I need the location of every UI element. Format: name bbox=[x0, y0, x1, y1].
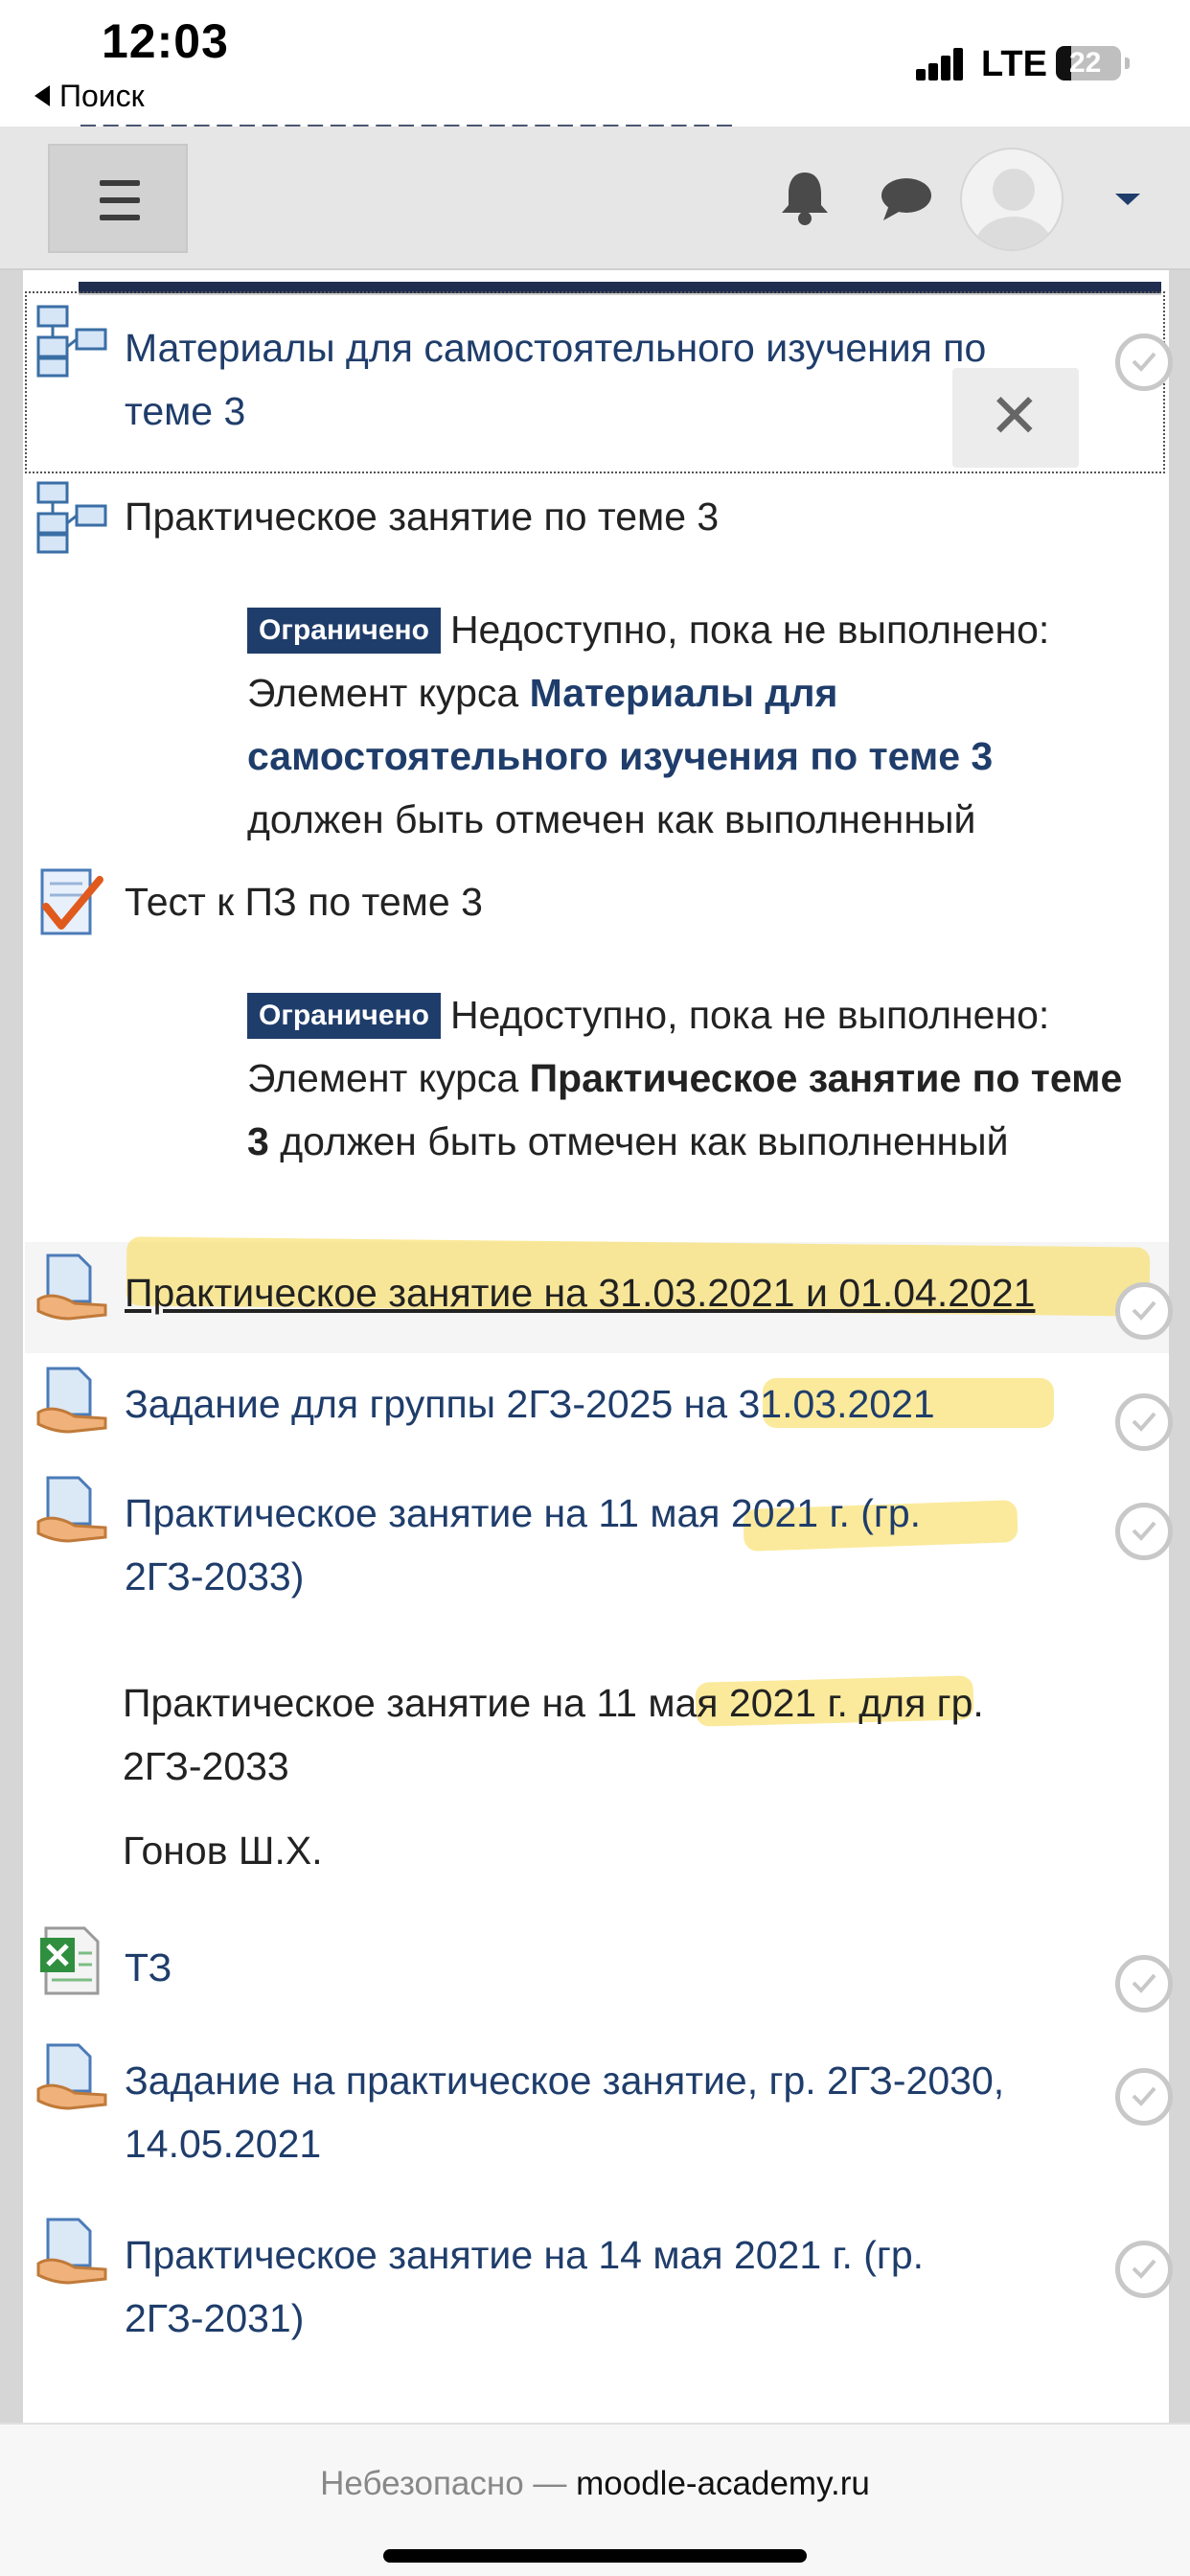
completion-checkbox[interactable] bbox=[1115, 1282, 1173, 1340]
bell-icon[interactable] bbox=[778, 169, 832, 226]
check-icon bbox=[1132, 2086, 1156, 2106]
battery-icon: 22 bbox=[1056, 46, 1130, 80]
activity-title-line1[interactable]: Практическое занятие на 11 мая 2021 г. (… bbox=[125, 1482, 921, 1545]
back-app-label: Поиск bbox=[59, 79, 145, 113]
activity-tz[interactable]: ТЗ bbox=[23, 1924, 1169, 2011]
activity-practice-14-may[interactable]: Практическое занятие на 14 мая 2021 г. (… bbox=[23, 2216, 1169, 2359]
check-icon bbox=[1132, 2259, 1156, 2279]
top-navbar bbox=[0, 126, 1190, 270]
restriction-notice: Ограничено Недоступно, пока не выполнено:… bbox=[247, 608, 1050, 841]
quiz-icon bbox=[40, 868, 103, 935]
close-icon: ✕ bbox=[989, 381, 1041, 450]
activity-title[interactable]: Задание для группы 2ГЗ-2025 на 31.03.202… bbox=[125, 1372, 935, 1436]
check-icon bbox=[1132, 1973, 1156, 1993]
activity-description: Практическое занятие на 11 мая 2021 г. д… bbox=[123, 1671, 984, 1882]
description-line1: Практическое занятие на 11 мая 2021 г. д… bbox=[123, 1681, 984, 1725]
security-warning: Небезопасно — bbox=[320, 2465, 577, 2502]
activity-title-line2[interactable]: теме 3 bbox=[125, 380, 245, 443]
back-arrow-icon bbox=[34, 84, 50, 106]
assignment-icon bbox=[36, 2218, 107, 2285]
page-structure-icon bbox=[36, 481, 107, 554]
menu-button[interactable] bbox=[48, 144, 188, 253]
activity-practice-topic3[interactable]: Практическое занятие по теме 3 bbox=[23, 477, 1169, 564]
status-time: 12:03 bbox=[102, 14, 229, 68]
activity-title-line1[interactable]: Практическое занятие на 14 мая 2021 г. (… bbox=[125, 2223, 924, 2287]
completion-checkbox[interactable] bbox=[1115, 2068, 1173, 2126]
activity-practice-11-may[interactable]: Практическое занятие на 11 мая 2021 г. (… bbox=[23, 1474, 1169, 1618]
restriction-notice: Ограничено Недоступно, пока не выполнено:… bbox=[247, 993, 1123, 1163]
activity-title-line2[interactable]: 2ГЗ-2033) bbox=[125, 1545, 304, 1608]
battery-level: 22 bbox=[1069, 47, 1102, 79]
description-author: Гонов Ш.Х. bbox=[123, 1828, 323, 1873]
completion-checkbox[interactable] bbox=[1115, 1503, 1173, 1560]
network-type: LTE bbox=[981, 44, 1047, 84]
chat-icon[interactable] bbox=[880, 174, 933, 222]
activity-title-line1[interactable]: Материалы для самостоятельного изучения … bbox=[125, 316, 986, 380]
check-icon bbox=[1132, 1521, 1156, 1541]
assignment-icon bbox=[36, 2043, 107, 2110]
url-display[interactable]: Небезопасно — moodle-academy.ru bbox=[0, 2465, 1190, 2503]
description-line2: 2ГЗ-2033 bbox=[123, 1744, 289, 1788]
completion-checkbox[interactable] bbox=[1115, 1393, 1173, 1451]
scrolled-heading-remnant bbox=[80, 125, 732, 138]
activity-title-line1[interactable]: Задание на практическое занятие, гр. 2ГЗ… bbox=[125, 2049, 1004, 2112]
close-button[interactable]: ✕ bbox=[952, 368, 1079, 468]
signal-icon bbox=[916, 46, 964, 80]
home-indicator[interactable] bbox=[383, 2549, 807, 2563]
activity-practice-31-03[interactable]: Практическое занятие на 31.03.2021 и 01.… bbox=[23, 1252, 1169, 1344]
check-icon bbox=[1132, 1300, 1156, 1321]
assignment-icon bbox=[36, 1367, 107, 1434]
excel-file-icon bbox=[40, 1926, 100, 1995]
browser-url-bar[interactable]: Небезопасно — moodle-academy.ru bbox=[0, 2423, 1190, 2576]
activity-title-line2[interactable]: 14.05.2021 bbox=[125, 2112, 321, 2175]
activity-group-2030[interactable]: Задание на практическое занятие, гр. 2ГЗ… bbox=[23, 2041, 1169, 2185]
user-menu-caret-icon[interactable] bbox=[1115, 194, 1140, 205]
assignment-icon bbox=[36, 1476, 107, 1543]
activity-title-line2[interactable]: 2ГЗ-2031) bbox=[125, 2287, 304, 2350]
left-gutter bbox=[0, 270, 23, 2426]
url-host: moodle-academy.ru bbox=[576, 2465, 870, 2502]
activity-group-2025[interactable]: Задание для группы 2ГЗ-2025 на 31.03.202… bbox=[23, 1365, 1169, 1451]
completion-checkbox[interactable] bbox=[1115, 1955, 1173, 2012]
assignment-icon bbox=[36, 1254, 107, 1321]
completion-checkbox[interactable] bbox=[1115, 2241, 1173, 2298]
user-avatar[interactable] bbox=[960, 148, 1064, 251]
check-icon bbox=[1132, 352, 1156, 372]
right-gutter bbox=[1169, 270, 1190, 2426]
restricted-badge: Ограничено bbox=[247, 608, 441, 654]
activity-title[interactable]: Практическое занятие на 31.03.2021 и 01.… bbox=[125, 1261, 1035, 1324]
activity-title: Тест к ПЗ по теме 3 bbox=[125, 880, 483, 924]
restricted-badge: Ограничено bbox=[247, 993, 441, 1039]
user-silhouette-icon bbox=[975, 169, 1052, 249]
activity-title[interactable]: ТЗ bbox=[125, 1936, 172, 1999]
completion-checkbox[interactable] bbox=[1115, 334, 1173, 391]
status-bar: 12:03 Поиск LTE 22 bbox=[0, 0, 1190, 125]
activity-test-topic3[interactable]: Тест к ПЗ по теме 3 bbox=[23, 862, 1169, 949]
check-icon bbox=[1132, 1412, 1156, 1432]
activity-title: Практическое занятие по теме 3 bbox=[125, 494, 720, 539]
back-to-app-button[interactable]: Поиск bbox=[34, 79, 145, 114]
screen: 12:03 Поиск LTE 22 Материалы для самосто… bbox=[0, 0, 1190, 2576]
page-structure-icon bbox=[36, 305, 107, 378]
hamburger-icon bbox=[100, 180, 140, 186]
